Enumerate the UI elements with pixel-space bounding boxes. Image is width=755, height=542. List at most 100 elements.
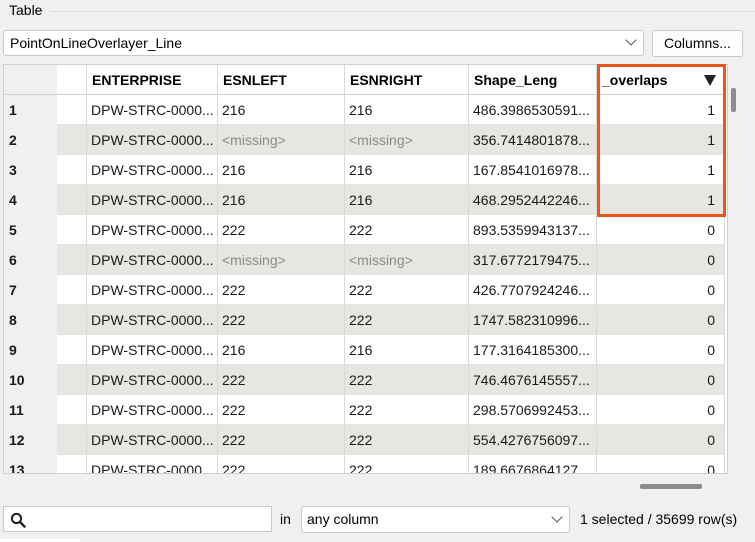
cell-shape-leng[interactable]: 317.6772179475...: [469, 245, 597, 275]
row-select-cell[interactable]: [57, 245, 87, 275]
table-row[interactable]: 11 DPW-STRC-0000... 222 222 298.5706992453..…: [4, 395, 727, 425]
cell-overlaps[interactable]: 1: [597, 95, 725, 125]
cell-esnleft[interactable]: 216: [218, 185, 345, 215]
table-row[interactable]: 7 DPW-STRC-0000... 222 222 426.7707924246...…: [4, 275, 727, 305]
table-row[interactable]: 8 DPW-STRC-0000... 222 222 1747.582310996...…: [4, 305, 727, 335]
row-number[interactable]: 10: [4, 365, 57, 395]
row-number[interactable]: 5: [4, 215, 57, 245]
cell-esnright[interactable]: <missing>: [345, 245, 469, 275]
cell-shape-leng[interactable]: 746.4676145557...: [469, 365, 597, 395]
cell-enterprise[interactable]: DPW-STRC-0000...: [87, 455, 218, 473]
cell-esnright[interactable]: 216: [345, 95, 469, 125]
cell-esnright[interactable]: 216: [345, 335, 469, 365]
table-row[interactable]: 6 DPW-STRC-0000... <missing> <missing> 317.6…: [4, 245, 727, 275]
row-number[interactable]: 13: [4, 455, 57, 473]
row-select-cell[interactable]: [57, 365, 87, 395]
cell-shape-leng[interactable]: 893.5359943137...: [469, 215, 597, 245]
cell-overlaps[interactable]: 0: [597, 275, 725, 305]
cell-enterprise[interactable]: DPW-STRC-0000...: [87, 95, 218, 125]
cell-shape-leng[interactable]: 426.7707924246...: [469, 275, 597, 305]
cell-enterprise[interactable]: DPW-STRC-0000...: [87, 215, 218, 245]
cell-overlaps[interactable]: 0: [597, 395, 725, 425]
row-select-cell[interactable]: [57, 215, 87, 245]
cell-shape-leng[interactable]: 554.4276756097...: [469, 425, 597, 455]
cell-overlaps[interactable]: 0: [597, 305, 725, 335]
column-filter-select[interactable]: any column: [301, 506, 570, 533]
row-number[interactable]: 11: [4, 395, 57, 425]
header-shape-leng[interactable]: Shape_Leng: [469, 65, 597, 95]
cell-esnleft[interactable]: 222: [218, 275, 345, 305]
row-number[interactable]: 7: [4, 275, 57, 305]
cell-esnleft[interactable]: 222: [218, 395, 345, 425]
cell-overlaps[interactable]: 1: [597, 125, 725, 155]
layer-select[interactable]: PointOnLineOverlayer_Line: [3, 30, 644, 56]
row-number[interactable]: 1: [4, 95, 57, 125]
cell-enterprise[interactable]: DPW-STRC-0000...: [87, 155, 218, 185]
cell-esnright[interactable]: 222: [345, 395, 469, 425]
cell-enterprise[interactable]: DPW-STRC-0000...: [87, 305, 218, 335]
header-enterprise[interactable]: ENTERPRISE: [87, 65, 218, 95]
table-row[interactable]: 9 DPW-STRC-0000... 216 216 177.3164185300...…: [4, 335, 727, 365]
search-input[interactable]: [3, 506, 272, 532]
cell-shape-leng[interactable]: 177.3164185300...: [469, 335, 597, 365]
row-select-cell[interactable]: [57, 425, 87, 455]
row-number[interactable]: 9: [4, 335, 57, 365]
cell-shape-leng[interactable]: 189.6676864127...: [469, 455, 597, 473]
row-select-cell[interactable]: [57, 125, 87, 155]
table-row[interactable]: 5 DPW-STRC-0000... 222 222 893.5359943137...…: [4, 215, 727, 245]
row-select-cell[interactable]: [57, 275, 87, 305]
row-number[interactable]: 8: [4, 305, 57, 335]
row-number[interactable]: 2: [4, 125, 57, 155]
cell-enterprise[interactable]: DPW-STRC-0000...: [87, 335, 218, 365]
table-row[interactable]: 2 DPW-STRC-0000... <missing> <missing> 356.7…: [4, 125, 727, 155]
cell-enterprise[interactable]: DPW-STRC-0000...: [87, 245, 218, 275]
cell-enterprise[interactable]: DPW-STRC-0000...: [87, 425, 218, 455]
row-number[interactable]: 12: [4, 425, 57, 455]
cell-esnleft[interactable]: 216: [218, 335, 345, 365]
cell-overlaps[interactable]: 1: [597, 185, 725, 215]
row-select-cell[interactable]: [57, 95, 87, 125]
table-row[interactable]: 10 DPW-STRC-0000... 222 222 746.4676145557..…: [4, 365, 727, 395]
table-row[interactable]: 1 DPW-STRC-0000... 216 216 486.3986530591...…: [4, 95, 727, 125]
cell-esnright[interactable]: 222: [345, 305, 469, 335]
cell-esnright[interactable]: <missing>: [345, 125, 469, 155]
cell-shape-leng[interactable]: 167.8541016978...: [469, 155, 597, 185]
cell-shape-leng[interactable]: 356.7414801878...: [469, 125, 597, 155]
cell-esnleft[interactable]: <missing>: [218, 245, 345, 275]
attribute-table[interactable]: ENTERPRISE ESNLEFT ESNRIGHT Shape_Leng _over…: [3, 64, 728, 474]
row-select-cell[interactable]: [57, 335, 87, 365]
cell-shape-leng[interactable]: 486.3986530591...: [469, 95, 597, 125]
row-number[interactable]: 4: [4, 185, 57, 215]
header-esnleft[interactable]: ESNLEFT: [218, 65, 345, 95]
cell-overlaps[interactable]: 0: [597, 245, 725, 275]
row-number[interactable]: 6: [4, 245, 57, 275]
cell-shape-leng[interactable]: 468.2952442246...: [469, 185, 597, 215]
cell-esnleft[interactable]: 222: [218, 215, 345, 245]
table-row[interactable]: 12 DPW-STRC-0000... 222 222 554.4276756097..…: [4, 425, 727, 455]
cell-esnright[interactable]: 222: [345, 365, 469, 395]
cell-esnleft[interactable]: 222: [218, 455, 345, 473]
sort-descending-icon[interactable]: [704, 75, 716, 86]
cell-esnleft[interactable]: <missing>: [218, 125, 345, 155]
header-esnright[interactable]: ESNRIGHT: [345, 65, 469, 95]
cell-overlaps[interactable]: 0: [597, 455, 725, 473]
cell-esnleft[interactable]: 222: [218, 365, 345, 395]
cell-esnleft[interactable]: 216: [218, 155, 345, 185]
cell-shape-leng[interactable]: 298.5706992453...: [469, 395, 597, 425]
cell-esnright[interactable]: 222: [345, 215, 469, 245]
row-select-cell[interactable]: [57, 455, 87, 473]
cell-esnright[interactable]: 216: [345, 185, 469, 215]
cell-overlaps[interactable]: 0: [597, 425, 725, 455]
cell-enterprise[interactable]: DPW-STRC-0000...: [87, 185, 218, 215]
cell-enterprise[interactable]: DPW-STRC-0000...: [87, 365, 218, 395]
row-number[interactable]: 3: [4, 155, 57, 185]
cell-enterprise[interactable]: DPW-STRC-0000...: [87, 125, 218, 155]
cell-overlaps[interactable]: 0: [597, 365, 725, 395]
row-select-cell[interactable]: [57, 185, 87, 215]
horizontal-scrollbar-thumb[interactable]: [640, 484, 702, 489]
columns-button[interactable]: Columns...: [652, 30, 743, 57]
table-row[interactable]: 13 DPW-STRC-0000... 222 222 189.6676864127..…: [4, 455, 727, 473]
vertical-scrollbar-thumb[interactable]: [731, 88, 736, 112]
row-select-cell[interactable]: [57, 305, 87, 335]
cell-esnright[interactable]: 222: [345, 425, 469, 455]
